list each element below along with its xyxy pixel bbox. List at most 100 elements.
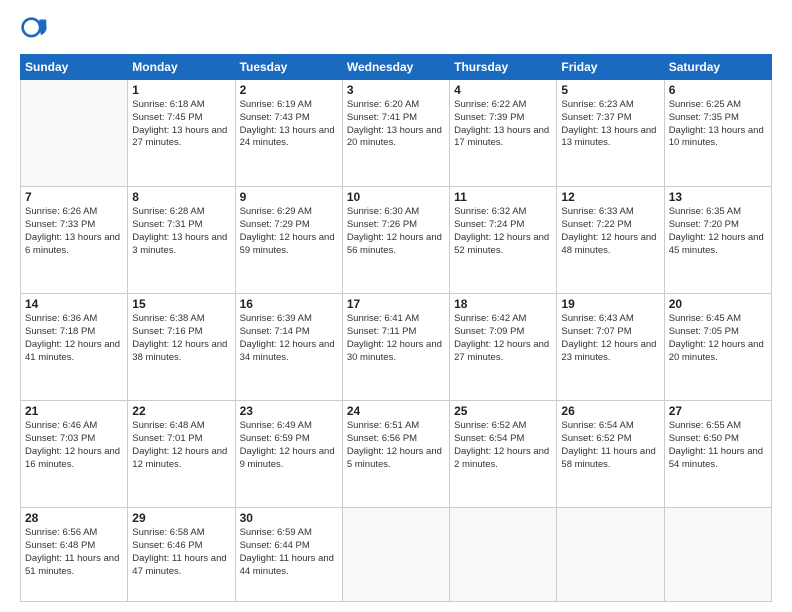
day-number: 10 — [347, 190, 445, 204]
day-number: 22 — [132, 404, 230, 418]
calendar-cell: 9 Sunrise: 6:29 AMSunset: 7:29 PMDaylight… — [235, 187, 342, 294]
calendar-week-row: 28 Sunrise: 6:56 AMSunset: 6:48 PMDayligh… — [21, 508, 772, 602]
calendar-cell — [21, 80, 128, 187]
day-number: 17 — [347, 297, 445, 311]
day-number: 6 — [669, 83, 767, 97]
calendar-cell: 21 Sunrise: 6:46 AMSunset: 7:03 PMDayligh… — [21, 401, 128, 508]
day-info: Sunrise: 6:32 AMSunset: 7:24 PMDaylight:… — [454, 206, 552, 257]
calendar-cell: 11 Sunrise: 6:32 AMSunset: 7:24 PMDayligh… — [450, 187, 557, 294]
day-number: 7 — [25, 190, 123, 204]
weekday-header: Tuesday — [235, 55, 342, 80]
calendar-cell — [342, 508, 449, 602]
weekday-header: Saturday — [664, 55, 771, 80]
day-number: 4 — [454, 83, 552, 97]
weekday-header: Monday — [128, 55, 235, 80]
day-info: Sunrise: 6:25 AMSunset: 7:35 PMDaylight:… — [669, 99, 767, 150]
calendar-page: SundayMondayTuesdayWednesdayThursdayFrid… — [0, 0, 792, 612]
calendar-cell — [557, 508, 664, 602]
day-number: 30 — [240, 511, 338, 525]
calendar-cell: 5Sunrise: 6:23 AMSunset: 7:37 PMDaylight… — [557, 80, 664, 187]
day-number: 9 — [240, 190, 338, 204]
calendar-cell: 7 Sunrise: 6:26 AMSunset: 7:33 PMDaylight… — [21, 187, 128, 294]
day-number: 26 — [561, 404, 659, 418]
day-number: 2 — [240, 83, 338, 97]
day-info: Sunrise: 6:55 AMSunset: 6:50 PMDaylight:… — [669, 420, 767, 471]
day-number: 25 — [454, 404, 552, 418]
calendar-cell — [450, 508, 557, 602]
day-number: 8 — [132, 190, 230, 204]
day-info: Sunrise: 6:18 AMSunset: 7:45 PMDaylight:… — [132, 99, 230, 150]
calendar-table: SundayMondayTuesdayWednesdayThursdayFrid… — [20, 54, 772, 602]
day-number: 16 — [240, 297, 338, 311]
day-info: Sunrise: 6:22 AMSunset: 7:39 PMDaylight:… — [454, 99, 552, 150]
day-info: Sunrise: 6:42 AMSunset: 7:09 PMDaylight:… — [454, 313, 552, 364]
day-number: 15 — [132, 297, 230, 311]
day-number: 13 — [669, 190, 767, 204]
day-number: 23 — [240, 404, 338, 418]
calendar-cell: 20 Sunrise: 6:45 AMSunset: 7:05 PMDayligh… — [664, 294, 771, 401]
day-info: Sunrise: 6:52 AMSunset: 6:54 PMDaylight:… — [454, 420, 552, 471]
calendar-cell: 8 Sunrise: 6:28 AMSunset: 7:31 PMDaylight… — [128, 187, 235, 294]
calendar-cell: 23 Sunrise: 6:49 AMSunset: 6:59 PMDayligh… — [235, 401, 342, 508]
day-info: Sunrise: 6:38 AMSunset: 7:16 PMDaylight:… — [132, 313, 230, 364]
day-info: Sunrise: 6:29 AMSunset: 7:29 PMDaylight:… — [240, 206, 338, 257]
day-info: Sunrise: 6:28 AMSunset: 7:31 PMDaylight:… — [132, 206, 230, 257]
day-number: 19 — [561, 297, 659, 311]
day-info: Sunrise: 6:26 AMSunset: 7:33 PMDaylight:… — [25, 206, 123, 257]
calendar-cell: 25 Sunrise: 6:52 AMSunset: 6:54 PMDayligh… — [450, 401, 557, 508]
calendar-cell: 4 Sunrise: 6:22 AMSunset: 7:39 PMDaylight… — [450, 80, 557, 187]
day-number: 29 — [132, 511, 230, 525]
day-number: 24 — [347, 404, 445, 418]
weekday-header-row: SundayMondayTuesdayWednesdayThursdayFrid… — [21, 55, 772, 80]
day-info: Sunrise: 6:58 AMSunset: 6:46 PMDaylight:… — [132, 527, 230, 578]
day-info: Sunrise: 6:35 AMSunset: 7:20 PMDaylight:… — [669, 206, 767, 257]
day-info: Sunrise: 6:36 AMSunset: 7:18 PMDaylight:… — [25, 313, 123, 364]
day-number: 3 — [347, 83, 445, 97]
weekday-header: Wednesday — [342, 55, 449, 80]
day-info: Sunrise: 6:39 AMSunset: 7:14 PMDaylight:… — [240, 313, 338, 364]
header — [20, 16, 772, 44]
day-info: Sunrise: 6:51 AMSunset: 6:56 PMDaylight:… — [347, 420, 445, 471]
day-info: Sunrise: 6:54 AMSunset: 6:52 PMDaylight:… — [561, 420, 659, 471]
calendar-cell: 28 Sunrise: 6:56 AMSunset: 6:48 PMDayligh… — [21, 508, 128, 602]
day-info: Sunrise: 6:19 AMSunset: 7:43 PMDaylight:… — [240, 99, 338, 150]
calendar-cell: 6 Sunrise: 6:25 AMSunset: 7:35 PMDaylight… — [664, 80, 771, 187]
day-number: 28 — [25, 511, 123, 525]
day-number: 21 — [25, 404, 123, 418]
day-info: Sunrise: 6:56 AMSunset: 6:48 PMDaylight:… — [25, 527, 123, 578]
day-number: 5 — [561, 83, 659, 97]
day-number: 1 — [132, 83, 230, 97]
day-number: 27 — [669, 404, 767, 418]
weekday-header: Thursday — [450, 55, 557, 80]
day-number: 11 — [454, 190, 552, 204]
calendar-week-row: 1 Sunrise: 6:18 AMSunset: 7:45 PMDaylight… — [21, 80, 772, 187]
day-info: Sunrise: 6:49 AMSunset: 6:59 PMDaylight:… — [240, 420, 338, 471]
calendar-cell — [664, 508, 771, 602]
calendar-cell: 29 Sunrise: 6:58 AMSunset: 6:46 PMDayligh… — [128, 508, 235, 602]
calendar-cell: 15 Sunrise: 6:38 AMSunset: 7:16 PMDayligh… — [128, 294, 235, 401]
calendar-cell: 26 Sunrise: 6:54 AMSunset: 6:52 PMDayligh… — [557, 401, 664, 508]
day-info: Sunrise: 6:59 AMSunset: 6:44 PMDaylight:… — [240, 527, 338, 578]
calendar-cell: 18Sunrise: 6:42 AMSunset: 7:09 PMDayligh… — [450, 294, 557, 401]
logo — [20, 16, 52, 44]
day-number: 20 — [669, 297, 767, 311]
day-info: Sunrise: 6:48 AMSunset: 7:01 PMDaylight:… — [132, 420, 230, 471]
day-info: Sunrise: 6:41 AMSunset: 7:11 PMDaylight:… — [347, 313, 445, 364]
day-info: Sunrise: 6:46 AMSunset: 7:03 PMDaylight:… — [25, 420, 123, 471]
calendar-week-row: 14 Sunrise: 6:36 AMSunset: 7:18 PMDayligh… — [21, 294, 772, 401]
day-info: Sunrise: 6:45 AMSunset: 7:05 PMDaylight:… — [669, 313, 767, 364]
calendar-cell: 1 Sunrise: 6:18 AMSunset: 7:45 PMDaylight… — [128, 80, 235, 187]
calendar-cell: 24 Sunrise: 6:51 AMSunset: 6:56 PMDayligh… — [342, 401, 449, 508]
day-info: Sunrise: 6:20 AMSunset: 7:41 PMDaylight:… — [347, 99, 445, 150]
day-info: Sunrise: 6:30 AMSunset: 7:26 PMDaylight:… — [347, 206, 445, 257]
day-number: 14 — [25, 297, 123, 311]
calendar-week-row: 21 Sunrise: 6:46 AMSunset: 7:03 PMDayligh… — [21, 401, 772, 508]
calendar-cell: 30 Sunrise: 6:59 AMSunset: 6:44 PMDayligh… — [235, 508, 342, 602]
calendar-cell: 13 Sunrise: 6:35 AMSunset: 7:20 PMDayligh… — [664, 187, 771, 294]
calendar-cell: 10 Sunrise: 6:30 AMSunset: 7:26 PMDayligh… — [342, 187, 449, 294]
calendar-cell: 12Sunrise: 6:33 AMSunset: 7:22 PMDayligh… — [557, 187, 664, 294]
weekday-header: Sunday — [21, 55, 128, 80]
calendar-cell: 16 Sunrise: 6:39 AMSunset: 7:14 PMDayligh… — [235, 294, 342, 401]
calendar-cell: 17 Sunrise: 6:41 AMSunset: 7:11 PMDayligh… — [342, 294, 449, 401]
day-info: Sunrise: 6:43 AMSunset: 7:07 PMDaylight:… — [561, 313, 659, 364]
